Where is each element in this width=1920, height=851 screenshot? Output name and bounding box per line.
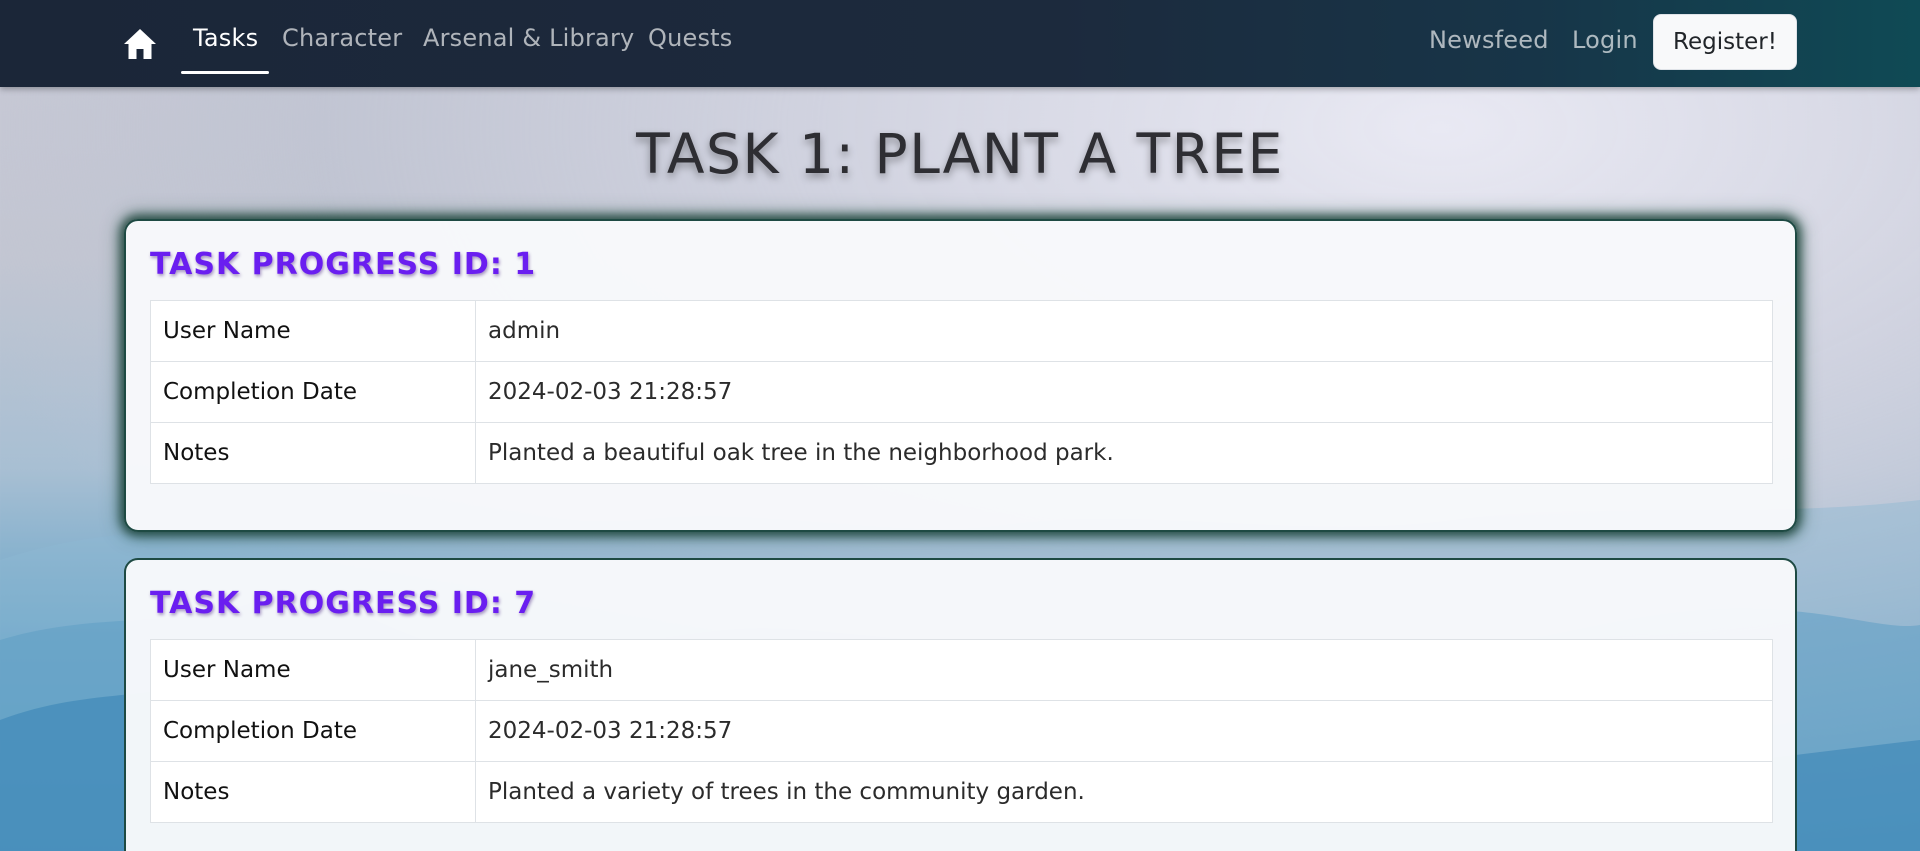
task-progress-card: Task Progress ID: 7 User Name jane_smith… [124,558,1797,851]
row-value: Planted a beautiful oak tree in the neig… [475,422,1773,484]
nav-character[interactable]: Character [282,24,402,52]
nav-arsenal-library[interactable]: Arsenal & Library [423,24,634,52]
row-label: User Name [150,639,476,701]
table-row: User Name jane_smith [150,639,1773,701]
task-progress-card: Task Progress ID: 1 User Name admin Comp… [124,219,1797,532]
nav-login[interactable]: Login [1572,26,1638,54]
nav-quests[interactable]: Quests [648,24,733,52]
task-progress-table: User Name jane_smith Completion Date 202… [150,639,1773,823]
active-tab-indicator [181,71,269,74]
row-value: admin [475,300,1773,362]
table-row: Completion Date 2024-02-03 21:28:57 [150,700,1773,762]
row-label: Completion Date [150,361,476,423]
row-label: User Name [150,300,476,362]
row-value: 2024-02-03 21:28:57 [475,700,1773,762]
top-navbar: Tasks Character Arsenal & Library Quests… [0,0,1920,87]
page-title: TASK 1: PLANT A TREE [636,122,1284,186]
card-title: Task Progress ID: 1 [150,247,537,282]
nav-tasks[interactable]: Tasks [193,24,258,52]
task-progress-table: User Name admin Completion Date 2024-02-… [150,300,1773,484]
row-label: Completion Date [150,700,476,762]
table-row: Notes Planted a beautiful oak tree in th… [150,422,1773,484]
row-label: Notes [150,422,476,484]
card-title: Task Progress ID: 7 [150,586,537,621]
row-label: Notes [150,761,476,823]
row-value: jane_smith [475,639,1773,701]
table-row: User Name admin [150,300,1773,362]
row-value: 2024-02-03 21:28:57 [475,361,1773,423]
row-value: Planted a variety of trees in the commun… [475,761,1773,823]
home-icon[interactable] [122,27,158,61]
table-row: Completion Date 2024-02-03 21:28:57 [150,361,1773,423]
register-button[interactable]: Register! [1653,14,1797,70]
nav-newsfeed[interactable]: Newsfeed [1429,26,1549,54]
table-row: Notes Planted a variety of trees in the … [150,761,1773,823]
